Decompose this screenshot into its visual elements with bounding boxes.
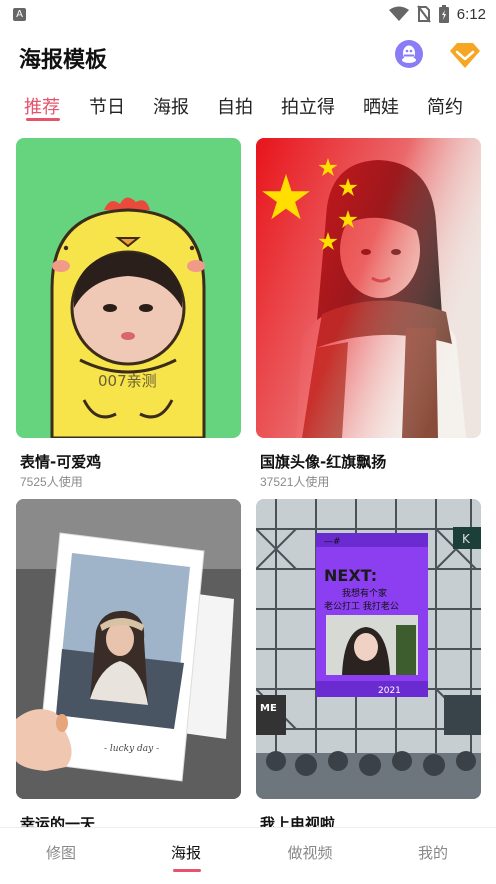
tab-holiday[interactable]: 节日 bbox=[89, 93, 125, 119]
qq-button[interactable] bbox=[395, 40, 423, 68]
nav-edit-photo[interactable]: 修图 bbox=[21, 842, 101, 863]
tab-poster[interactable]: 海报 bbox=[153, 93, 189, 119]
side-screen-letter: K bbox=[462, 532, 471, 546]
template-card-flag[interactable] bbox=[256, 138, 481, 438]
screen-line-1: 我想有个家 bbox=[342, 587, 387, 599]
polaroid-photo: - lucky day - bbox=[16, 499, 241, 799]
screen-line-2: 老公打工 我打老公 bbox=[324, 600, 399, 612]
diamond-icon bbox=[450, 43, 480, 68]
tab-selfie[interactable]: 自拍 bbox=[217, 93, 253, 119]
wifi-icon bbox=[388, 6, 409, 21]
screen-headline: NEXT: bbox=[324, 566, 377, 585]
status-bar: A 6:12 bbox=[0, 0, 496, 28]
polaroid-caption: - lucky day - bbox=[104, 744, 159, 754]
active-nav-indicator bbox=[173, 869, 201, 872]
page-title: 海报模板 bbox=[19, 48, 108, 73]
screen-hashtag: —# bbox=[324, 537, 341, 547]
tab-simple[interactable]: 简约 bbox=[427, 93, 463, 119]
nav-make-video[interactable]: 做视频 bbox=[270, 842, 350, 863]
side-screen-text: ME bbox=[260, 703, 277, 714]
tab-recommended[interactable]: 推荐 bbox=[24, 93, 60, 119]
chick-illustration: 007亲测 bbox=[50, 197, 206, 438]
nav-poster[interactable]: 海报 bbox=[146, 842, 226, 863]
template-card-tv[interactable]: ME K —# NEXT: 我想有个家 老公打工 我打老公 2021 bbox=[256, 499, 481, 799]
tab-polaroid[interactable]: 拍立得 bbox=[281, 93, 335, 119]
card-title-chick: 表情-可爱鸡 bbox=[20, 453, 102, 471]
card-usage-flag: 37521人使用 bbox=[260, 475, 330, 489]
category-tabs: 推荐 节日 海报 自拍 拍立得 晒娃 简约 bbox=[0, 90, 496, 124]
card-title-flag: 国旗头像-红旗飘扬 bbox=[260, 453, 387, 471]
flag-portrait bbox=[256, 138, 481, 438]
nav-me[interactable]: 我的 bbox=[393, 842, 473, 863]
app-header: 海报模板 bbox=[0, 36, 496, 82]
notification-icon: A bbox=[13, 8, 26, 21]
template-card-polaroid[interactable]: - lucky day - bbox=[16, 499, 241, 799]
stage-screen-photo: ME K —# NEXT: 我想有个家 老公打工 我打老公 2021 bbox=[256, 499, 481, 799]
screen-year: 2021 bbox=[378, 686, 401, 696]
vip-button[interactable] bbox=[449, 41, 481, 69]
no-sim-icon bbox=[416, 5, 431, 23]
battery-icon bbox=[438, 5, 449, 23]
card-usage-chick: 7525人使用 bbox=[20, 475, 83, 489]
bottom-navigation: 修图 海报 做视频 我的 bbox=[0, 827, 496, 884]
clock: 6:12 bbox=[456, 5, 486, 23]
active-tab-indicator bbox=[26, 118, 60, 121]
chick-watermark: 007亲测 bbox=[98, 372, 157, 390]
tab-baby[interactable]: 晒娃 bbox=[363, 93, 399, 119]
template-card-chick[interactable]: 007亲测 bbox=[16, 138, 241, 438]
status-icons: 6:12 bbox=[388, 4, 486, 24]
qq-icon bbox=[402, 45, 416, 63]
